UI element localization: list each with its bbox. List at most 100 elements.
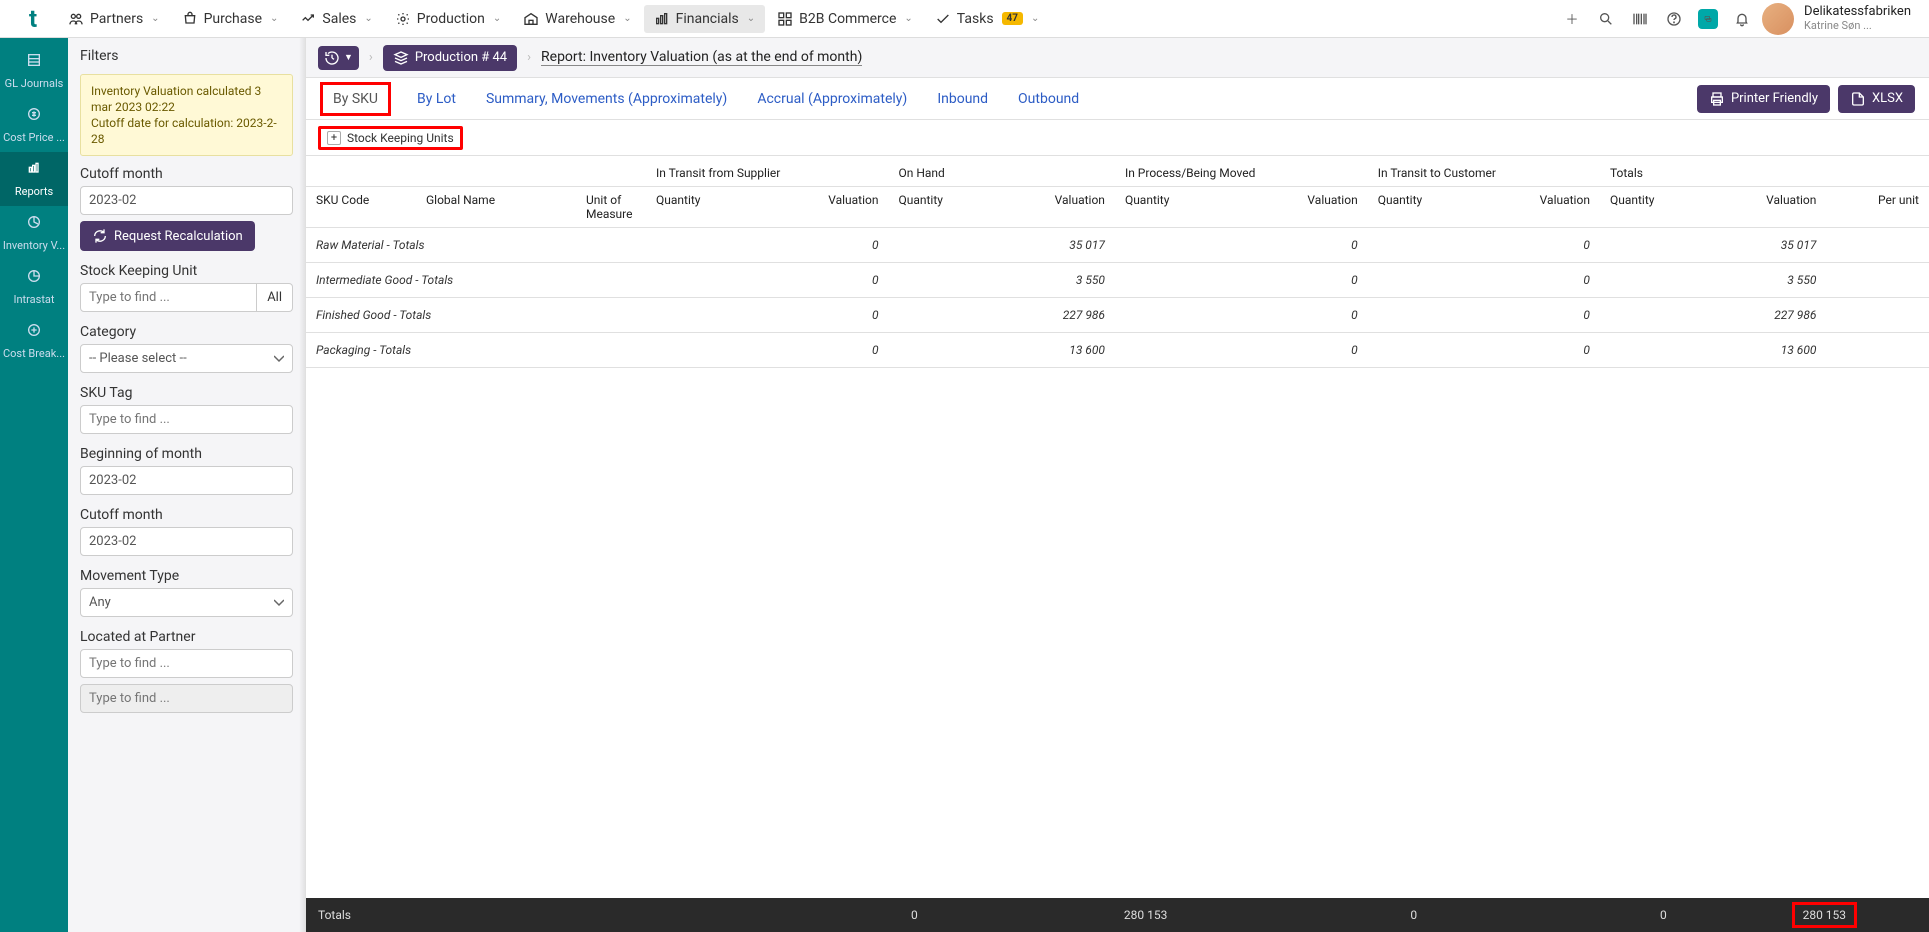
table-row: Packaging - Totals013 6000013 600 xyxy=(306,333,1929,368)
col-valuation: Valuation xyxy=(762,187,888,228)
tab-outbound[interactable]: Outbound xyxy=(1014,81,1083,117)
topnav-warehouse[interactable]: Warehouse⌄ xyxy=(513,5,641,33)
sku-label: Stock Keeping Unit xyxy=(80,263,293,279)
info-box: Inventory Valuation calculated 3 mar 202… xyxy=(80,74,293,156)
chevron-down-icon: ⌄ xyxy=(747,13,755,24)
chevron-down-icon: ⌄ xyxy=(904,13,912,24)
col-valuation: Valuation xyxy=(1236,187,1368,228)
group-on-hand: On Hand xyxy=(888,156,1114,187)
located-label: Located at Partner xyxy=(80,629,293,645)
footer-v2: 280 153 xyxy=(1043,908,1168,922)
app-logo[interactable]: t xyxy=(8,0,58,38)
tab-inbound[interactable]: Inbound xyxy=(933,81,992,117)
col-per-unit: Per unit xyxy=(1826,187,1929,228)
movtype-label: Movement Type xyxy=(80,568,293,584)
help-icon[interactable] xyxy=(1664,9,1684,29)
crumb-chevron-icon: › xyxy=(527,50,531,65)
leftrail-inventory-v-[interactable]: Inventory V... xyxy=(0,206,68,260)
footer-v3: 0 xyxy=(1292,908,1417,922)
col-quantity: Quantity xyxy=(1115,187,1236,228)
cutoff2-input[interactable] xyxy=(80,527,293,556)
bom-input[interactable] xyxy=(80,466,293,495)
printer-label: Printer Friendly xyxy=(1731,91,1818,106)
user-name: Katrine Søn ... xyxy=(1804,19,1911,33)
topnav-sales[interactable]: Sales⌄ xyxy=(290,5,382,33)
filters-title: Filters xyxy=(80,48,293,64)
tab-by-sku[interactable]: By SKU xyxy=(320,82,391,116)
sku-input[interactable] xyxy=(80,283,257,312)
chevron-down-icon: ⌄ xyxy=(1031,13,1039,24)
user-menu[interactable]: Delikatessfabriken Katrine Søn ... xyxy=(1762,3,1921,35)
recalc-label: Request Recalculation xyxy=(114,229,243,244)
chevron-down-icon: ⌄ xyxy=(364,13,372,24)
movtype-select[interactable]: Any xyxy=(80,588,293,617)
col-global-name: Global Name xyxy=(416,187,576,228)
barcode-icon[interactable] xyxy=(1630,9,1650,29)
footer-total: 280 153 xyxy=(1792,902,1857,928)
cutoff-input[interactable] xyxy=(80,186,293,215)
col-valuation: Valuation xyxy=(1708,187,1826,228)
located-input[interactable] xyxy=(80,649,293,678)
col-quantity: Quantity xyxy=(1368,187,1479,228)
tab-summary-movements-approximately-[interactable]: Summary, Movements (Approximately) xyxy=(482,81,731,117)
table-row: Raw Material - Totals035 0170035 017 xyxy=(306,228,1929,263)
expand-icon[interactable]: + xyxy=(327,131,341,145)
cutoff2-label: Cutoff month xyxy=(80,507,293,523)
chevron-down-icon: ⌄ xyxy=(623,13,631,24)
bom-label: Beginning of month xyxy=(80,446,293,462)
chat-icon[interactable] xyxy=(1698,9,1718,29)
cutoff-label: Cutoff month xyxy=(80,166,293,182)
group-transit-customer: In Transit to Customer xyxy=(1368,156,1600,187)
col-quantity: Quantity xyxy=(646,187,762,228)
printer-friendly-button[interactable]: Printer Friendly xyxy=(1697,85,1830,113)
recalc-button[interactable]: Request Recalculation xyxy=(80,221,255,251)
skutag-input[interactable] xyxy=(80,405,293,434)
history-button[interactable]: ▼ xyxy=(318,46,359,70)
group-in-process: In Process/Being Moved xyxy=(1115,156,1368,187)
extra-input[interactable] xyxy=(80,684,293,713)
topnav-purchase[interactable]: Purchase⌄ xyxy=(172,5,289,33)
chevron-down-icon: ⌄ xyxy=(151,13,159,24)
col-valuation: Valuation xyxy=(997,187,1115,228)
chevron-down-icon: ⌄ xyxy=(493,13,501,24)
crumb-production[interactable]: Production # 44 xyxy=(383,45,517,71)
topnav-tasks[interactable]: Tasks47⌄ xyxy=(925,5,1050,33)
xlsx-button[interactable]: XLSX xyxy=(1838,85,1915,113)
table-row: Intermediate Good - Totals03 550003 550 xyxy=(306,263,1929,298)
topnav-financials[interactable]: Financials⌄ xyxy=(644,5,766,33)
info-line2: Cutoff date for calculation: 2023-2-28 xyxy=(91,116,277,146)
col-uom: Unit of Measure xyxy=(576,187,646,228)
chevron-down-icon: ⌄ xyxy=(270,13,278,24)
all-button[interactable]: All xyxy=(257,283,293,312)
search-icon[interactable] xyxy=(1596,9,1616,29)
skutag-label: SKU Tag xyxy=(80,385,293,401)
leftrail-cost-price-[interactable]: Cost Price ... xyxy=(0,98,68,152)
category-label: Category xyxy=(80,324,293,340)
bell-icon[interactable] xyxy=(1732,9,1752,29)
tab-accrual-approximately-[interactable]: Accrual (Approximately) xyxy=(753,81,911,117)
col-valuation: Valuation xyxy=(1479,187,1600,228)
topnav-b2b-commerce[interactable]: B2B Commerce⌄ xyxy=(767,5,923,33)
topnav-partners[interactable]: Partners⌄ xyxy=(58,5,170,33)
col-sku-code: SKU Code xyxy=(306,187,416,228)
page-title: Report: Inventory Valuation (as at the e… xyxy=(541,49,862,66)
tasks-badge: 47 xyxy=(1002,12,1023,25)
company-name: Delikatessfabriken xyxy=(1804,5,1911,19)
leftrail-reports[interactable]: Reports xyxy=(0,152,68,206)
avatar xyxy=(1762,3,1794,35)
info-line1: Inventory Valuation calculated 3 mar 202… xyxy=(91,84,261,114)
table-row: Finished Good - Totals0227 98600227 986 xyxy=(306,298,1929,333)
sku-chip[interactable]: + Stock Keeping Units xyxy=(318,126,463,150)
chip-label: Stock Keeping Units xyxy=(347,131,454,145)
tab-by-lot[interactable]: By Lot xyxy=(413,81,460,117)
group-transit-supplier: In Transit from Supplier xyxy=(646,156,888,187)
category-select[interactable]: -- Please select -- xyxy=(80,344,293,373)
leftrail-gl-journals[interactable]: GL Journals xyxy=(0,44,68,98)
leftrail-intrastat[interactable]: Intrastat xyxy=(0,260,68,314)
leftrail-cost-break-[interactable]: Cost Break... xyxy=(0,314,68,368)
xlsx-label: XLSX xyxy=(1872,91,1903,106)
topnav-production[interactable]: Production⌄ xyxy=(385,5,511,33)
footer-v4: 0 xyxy=(1542,908,1667,922)
footer-label: Totals xyxy=(318,908,438,922)
add-icon[interactable]: ＋ xyxy=(1562,9,1582,29)
